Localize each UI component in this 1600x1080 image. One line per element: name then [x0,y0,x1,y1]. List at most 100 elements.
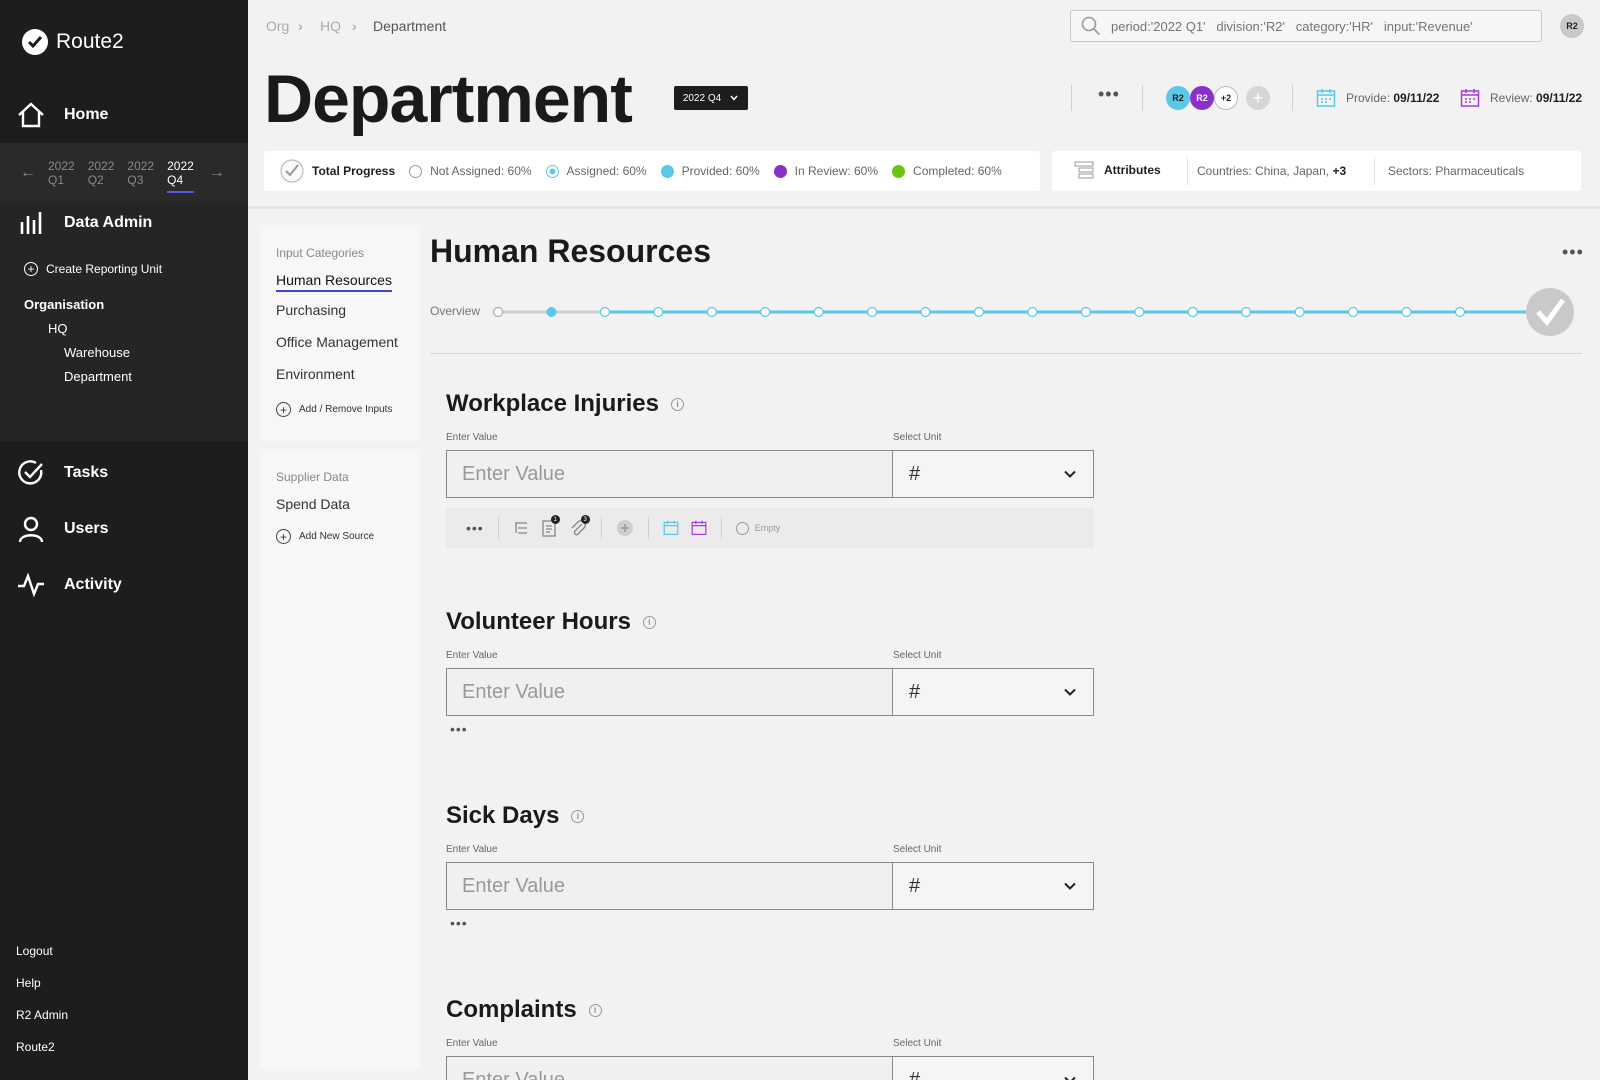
progress-completed[interactable]: Completed: 60% [892,164,1002,178]
attributes-button[interactable]: Attributes [1074,160,1161,180]
tree-organisation[interactable]: Organisation [24,297,104,312]
brand-logo[interactable]: Route2 [22,29,124,55]
timeline-step[interactable] [706,306,717,318]
timeline-step[interactable] [1027,306,1038,318]
review-date[interactable]: Review: 09/11/22 [1460,88,1582,108]
timeline-step[interactable] [1134,306,1145,318]
nav-data-admin[interactable]: Data Admin [16,208,152,238]
info-icon[interactable]: i [588,1003,602,1017]
progress-provided[interactable]: Provided: 60% [660,164,760,178]
breadcrumb-hq[interactable]: HQ [320,18,341,34]
r2-admin-link[interactable]: R2 Admin [16,1008,68,1022]
user-avatar[interactable]: R2 [1560,14,1584,38]
timeline-step[interactable] [1401,306,1412,318]
more-options-icon[interactable]: ••• [1562,242,1584,263]
chevron-down-icon [1064,688,1076,696]
avatar[interactable]: R2 [1166,86,1190,110]
unit-select[interactable]: # [893,450,1094,498]
nav-users[interactable]: Users [16,514,108,544]
category-office-management[interactable]: Office Management [276,334,398,350]
unit-select[interactable]: # [893,1056,1094,1080]
help-link[interactable]: Help [16,976,41,990]
timeline-step[interactable] [973,306,985,318]
timeline-step[interactable] [867,306,878,318]
timeline-step[interactable] [760,306,771,318]
timeline-step[interactable] [492,306,504,318]
nav-activity[interactable]: Activity [16,570,122,600]
total-progress[interactable]: Total Progress [280,159,395,183]
breadcrumb-org[interactable]: Org [266,18,289,34]
provide-date[interactable]: Provide: 09/11/22 [1316,88,1439,108]
category-human-resources[interactable]: Human Resources [276,272,392,292]
provide-value: 09/11/22 [1393,91,1440,105]
add-user-icon[interactable] [616,519,634,537]
nav-tasks[interactable]: Tasks [16,458,108,488]
countries-attribute[interactable]: Countries: China, Japan, +3 [1197,164,1346,178]
unit-select[interactable]: # [893,862,1094,910]
calendar-provide-icon[interactable] [663,520,679,536]
info-icon[interactable]: i [670,397,684,411]
supplier-spend-data[interactable]: Spend Data [276,496,350,512]
info-icon[interactable]: i [571,809,585,823]
completion-circle[interactable] [1526,288,1574,336]
arrow-right-icon[interactable]: → [209,164,225,182]
create-reporting-unit-button[interactable]: + Create Reporting Unit [24,262,162,276]
timeline-step[interactable] [653,306,664,318]
quarter-2022-q1[interactable]: 2022 Q1 [48,159,75,187]
nav-home[interactable]: Home [0,90,248,142]
progress-assigned[interactable]: Assigned: 60% [545,164,647,178]
arrow-left-icon[interactable]: ← [20,164,36,182]
route2-link[interactable]: Route2 [16,1040,55,1054]
timeline-step[interactable] [546,307,557,317]
unit-select[interactable]: # [893,668,1094,716]
timeline-step[interactable] [920,306,931,318]
quarter-2022-q4[interactable]: 2022 Q4 [167,159,194,193]
add-user-icon[interactable]: + [1246,86,1270,110]
quarter-2022-q2[interactable]: 2022 Q2 [88,159,115,187]
timeline-step[interactable] [1187,306,1198,318]
more-options-icon[interactable]: ••• [1098,84,1120,105]
value-input[interactable] [446,450,893,498]
timeline-step[interactable] [1241,306,1252,318]
period-dropdown[interactable]: 2022 Q4 [674,86,748,110]
add-remove-inputs-button[interactable]: + Add / Remove Inputs [276,402,392,417]
avatars-more-badge[interactable]: +2 [1214,86,1238,110]
tree-warehouse[interactable]: Warehouse [64,345,130,360]
more-options-icon[interactable]: ••• [466,520,484,536]
progress-label: Provided: 60% [681,164,760,178]
category-environment[interactable]: Environment [276,366,355,382]
logout-link[interactable]: Logout [16,944,53,958]
tree-hq[interactable]: HQ [48,321,68,336]
divider [720,517,722,539]
input-complaints: Complaints i Enter Value Select Unit # [446,996,1094,1080]
attachment-icon[interactable]: 3 [569,515,590,537]
divider [1187,157,1188,185]
status-empty[interactable]: Empty [735,521,780,535]
search-input[interactable] [1111,18,1531,34]
avatar[interactable]: R2 [1190,86,1214,110]
timeline-step[interactable] [1080,306,1091,318]
notes-icon[interactable]: 1 [541,515,560,537]
progress-not-assigned[interactable]: Not Assigned: 60% [409,164,532,178]
category-purchasing[interactable]: Purchasing [276,302,346,318]
value-input[interactable] [446,668,893,716]
more-options-icon[interactable]: ••• [450,915,470,931]
timeline-step[interactable] [813,306,824,318]
timeline-step[interactable] [1348,306,1359,318]
value-input[interactable] [446,1056,893,1080]
calendar-review-icon[interactable] [691,520,707,536]
tree-department[interactable]: Department [64,369,132,384]
divider [647,517,649,539]
info-icon[interactable]: i [642,615,656,629]
timeline-step[interactable] [1454,306,1466,318]
more-options-icon[interactable]: ••• [450,721,470,737]
quarter-2022-q3[interactable]: 2022 Q3 [127,159,154,187]
sectors-attribute[interactable]: Sectors: Pharmaceuticals [1388,164,1524,178]
progress-in-review[interactable]: In Review: 60% [773,164,878,178]
input-title: Workplace Injuries [446,390,659,417]
hierarchy-icon[interactable] [513,520,529,536]
timeline-step[interactable] [599,306,610,318]
timeline-step[interactable] [1294,306,1305,318]
add-new-source-button[interactable]: + Add New Source [276,529,374,544]
value-input[interactable] [446,862,893,910]
